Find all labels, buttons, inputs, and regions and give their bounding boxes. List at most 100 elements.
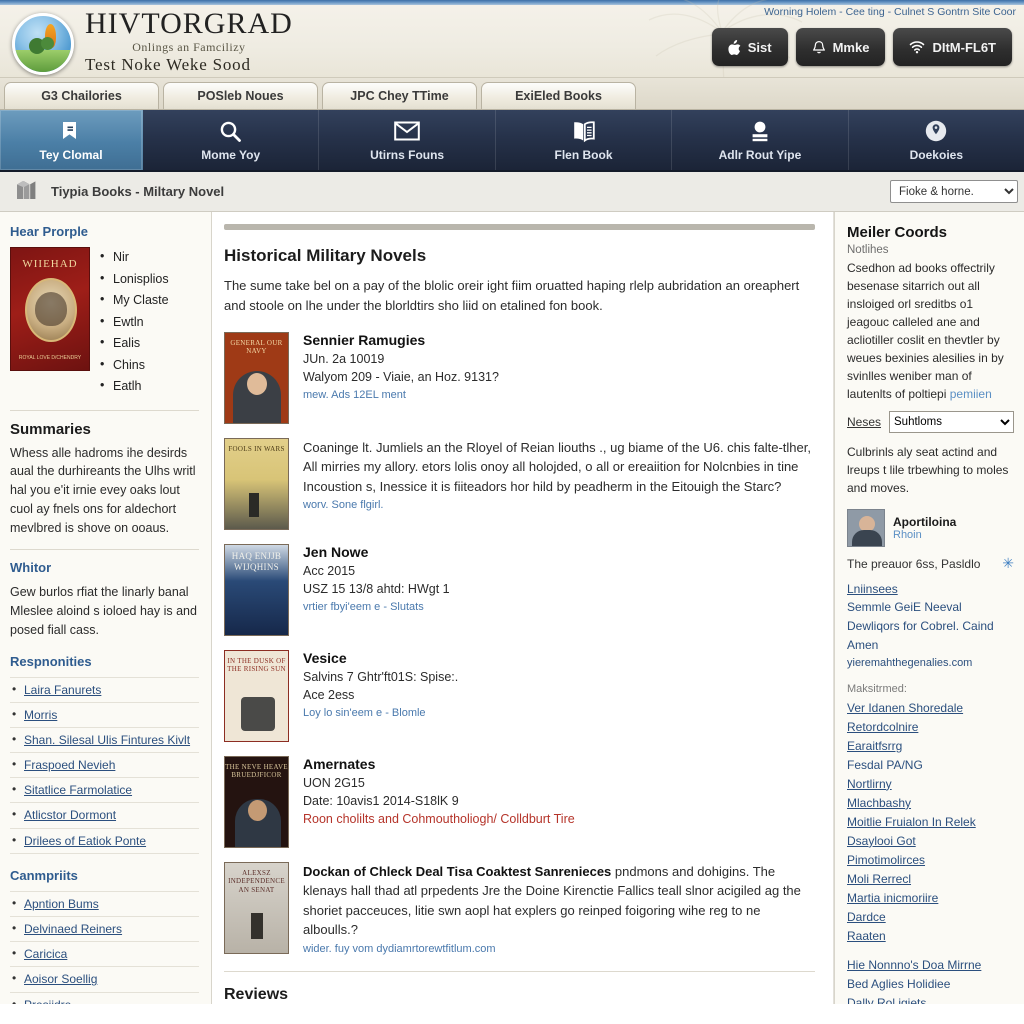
right-link[interactable]: Retordcolnire — [847, 720, 918, 734]
listing-title[interactable]: Vesice — [303, 650, 458, 666]
featured-book-cover[interactable]: WIIEHAD ROYAL LOVE D/CHENDRY — [10, 247, 90, 371]
right-link[interactable]: Raaten — [847, 929, 886, 943]
responsities-link[interactable]: Sitatlice Farmolatice — [24, 783, 132, 797]
tab-jpc-chey-ttime[interactable]: JPC Chey TTime — [322, 82, 477, 109]
list-item[interactable]: Fraspoed Nevieh — [10, 753, 199, 779]
listing-item[interactable]: GENERAL OUR NAVY Sennier Ramugies JUn. 2… — [224, 331, 815, 424]
book-cover-figure — [249, 492, 259, 517]
book-cover[interactable]: THE NEVE HEAVE BRUEDJFICOR — [224, 755, 289, 848]
right-link[interactable]: Moli Rerrecl — [847, 872, 911, 886]
list-item[interactable]: Laira Fanurets — [10, 678, 199, 703]
listing-link[interactable]: vrtier fbyi'eem e - Slutats — [303, 601, 450, 613]
book-cover[interactable]: ALEXSZ INDEPENDENCE AN SENAT — [224, 861, 289, 954]
list-item: Bed Aglies Holidiee — [847, 975, 1014, 994]
right-link[interactable]: Nortlirny — [847, 777, 892, 791]
right-body-link[interactable]: pemiien — [950, 387, 992, 401]
nav-item-adlr-rout-yipe[interactable]: Adlr Rout Yipe — [672, 110, 849, 170]
nav-item-doekoies[interactable]: Doekoies — [849, 110, 1024, 170]
list-item[interactable]: Aoisor Soellig — [10, 967, 199, 993]
responsities-link[interactable]: Fraspoed Nevieh — [24, 758, 115, 772]
location-pin-icon — [924, 118, 948, 144]
listing-item[interactable]: IN THE DUSK OF THE RISING SUN Vesice Sal… — [224, 649, 815, 742]
right-link[interactable]: Fesdal PA/NG — [847, 758, 923, 772]
listing-title[interactable]: Amernates — [303, 756, 575, 772]
list-item: Earaitfsrrg — [847, 737, 1014, 756]
listing-item[interactable]: HAQ ENJJB WIJQHINS Jen Nowe Acc 2015 USZ… — [224, 543, 815, 636]
book-cover-title: THE NEVE HEAVE BRUEDJFICOR — [225, 762, 288, 780]
listing-link[interactable]: worv. Sone flgirl. — [303, 499, 815, 511]
nav-item-utirns-founs[interactable]: Utirns Founs — [319, 110, 496, 170]
right-link-line[interactable]: Semmle GeiE Neeval — [847, 598, 1014, 617]
header-button-ditm[interactable]: DItM-FL6T — [893, 28, 1012, 66]
right-person-role[interactable]: Rhoin — [893, 529, 956, 541]
right-filter-select[interactable]: Suhtloms — [889, 411, 1014, 433]
list-item[interactable]: Atlicstor Dormont — [10, 803, 199, 829]
listing-item[interactable]: FOOLS IN WARS Coaninge lt. Jumliels an t… — [224, 437, 815, 530]
nav-item-utirns-founs-label: Utirns Founs — [370, 148, 445, 162]
campriits-link[interactable]: Delvinaed Reiners — [24, 922, 122, 936]
right-link[interactable]: Bed Aglies Holidiee — [847, 977, 950, 991]
campriits-link[interactable]: Aoisor Soellig — [24, 972, 97, 986]
right-link[interactable]: Pimotimolirces — [847, 853, 925, 867]
right-link[interactable]: Earaitfsrrg — [847, 739, 902, 753]
responsities-link[interactable]: Atlicstor Dormont — [24, 808, 116, 822]
responsities-link[interactable]: Laira Fanurets — [24, 683, 101, 697]
list-item[interactable]: Shan. Silesal Ulis Fintures Kivlt — [10, 728, 199, 754]
responsities-link[interactable]: Drilees of Eatiok Ponte — [24, 834, 146, 848]
nav-item-mome-yoy[interactable]: Mome Yoy — [143, 110, 320, 170]
tab-exieled-books[interactable]: ExiEled Books — [481, 82, 636, 109]
list-item[interactable]: Delvinaed Reiners — [10, 917, 199, 943]
right-link[interactable]: Dally Rol igiets — [847, 996, 926, 1004]
list-item: Lonisplios — [100, 268, 169, 291]
nav-item-tey-clomal[interactable]: Tey Clomal — [0, 110, 143, 170]
campriits-link[interactable]: Apntion Bums — [24, 897, 99, 911]
breadcrumb-filter-select[interactable]: Fioke & horne. — [890, 180, 1018, 203]
right-link[interactable]: Dardce — [847, 910, 886, 924]
site-logo[interactable] — [12, 13, 74, 75]
right-link[interactable]: Mlachbashy — [847, 796, 911, 810]
nav-item-flen-book[interactable]: Flen Book — [496, 110, 673, 170]
right-links-header[interactable]: Lniinsees — [847, 582, 1014, 596]
utility-links[interactable]: Worning Holem - Cee ting - Culnet S Gont… — [764, 6, 1016, 18]
responsities-link[interactable]: Morris — [24, 708, 57, 722]
header-button-mmke[interactable]: Mmke — [795, 28, 886, 66]
right-link-line[interactable]: Amen — [847, 636, 1014, 655]
avatar — [847, 509, 885, 547]
list-item[interactable]: Sitatlice Farmolatice — [10, 778, 199, 804]
right-link[interactable]: Martia inicmoriire — [847, 891, 938, 905]
right-link[interactable]: Dsaylooi Got — [847, 834, 916, 848]
responsities-link[interactable]: Shan. Silesal Ulis Fintures Kivlt — [24, 733, 190, 747]
right-link[interactable]: Moitlie Fruialon In Relek — [847, 815, 976, 829]
star-icon[interactable]: ✳ — [1002, 555, 1014, 572]
right-link[interactable]: Hie Nonnno's Doa Mirrne — [847, 958, 981, 972]
list-item[interactable]: Morris — [10, 703, 199, 728]
list-item: Fesdal PA/NG — [847, 756, 1014, 775]
listing-body: Sennier Ramugies JUn. 2a 10019 Walyom 20… — [303, 332, 499, 401]
campriits-link[interactable]: Presiidre — [24, 998, 71, 1004]
right-person[interactable]: Aportiloina Rhoin — [847, 509, 1014, 547]
book-cover[interactable]: IN THE DUSK OF THE RISING SUN — [224, 649, 289, 742]
list-item[interactable]: Presiidre — [10, 993, 199, 1004]
listing-title[interactable]: Sennier Ramugies — [303, 332, 499, 348]
listing-title[interactable]: Jen Nowe — [303, 544, 450, 560]
campriits-link[interactable]: Caricica — [24, 947, 67, 961]
book-cover[interactable]: FOOLS IN WARS — [224, 437, 289, 530]
right-body-text: Csedhon ad books offectrily besenase sit… — [847, 261, 1004, 401]
listing-item[interactable]: ALEXSZ INDEPENDENCE AN SENAT Dockan of C… — [224, 861, 815, 955]
right-link-line[interactable]: Dewliqors for Cobrel. Caind — [847, 617, 1014, 636]
listing-link[interactable]: Loy lo sin'eem e - Blomle — [303, 707, 458, 719]
header-button-sist[interactable]: Sist — [711, 28, 788, 66]
tab-posleb-noues[interactable]: POSleb Noues — [163, 82, 318, 109]
right-link-url[interactable]: yieremahthegenalies.com — [847, 655, 1014, 673]
right-link[interactable]: Ver Idanen Shoredale — [847, 701, 963, 715]
tab-g3-chailories[interactable]: G3 Chailories — [4, 82, 159, 109]
listing-link[interactable]: wider. fuy vom dydiamrtorewtfitlum.com — [303, 943, 815, 955]
list-item[interactable]: Drilees of Eatiok Ponte — [10, 829, 199, 854]
book-cover[interactable]: HAQ ENJJB WIJQHINS — [224, 543, 289, 636]
listing-item[interactable]: THE NEVE HEAVE BRUEDJFICOR Amernates UON… — [224, 755, 815, 848]
list-item[interactable]: Caricica — [10, 942, 199, 968]
list-item[interactable]: Apntion Bums — [10, 892, 199, 917]
listing-link[interactable]: mew. Ads 12EL ment — [303, 389, 499, 401]
book-cover[interactable]: GENERAL OUR NAVY — [224, 331, 289, 424]
listing-meta-1: Acc 2015 — [303, 563, 356, 578]
